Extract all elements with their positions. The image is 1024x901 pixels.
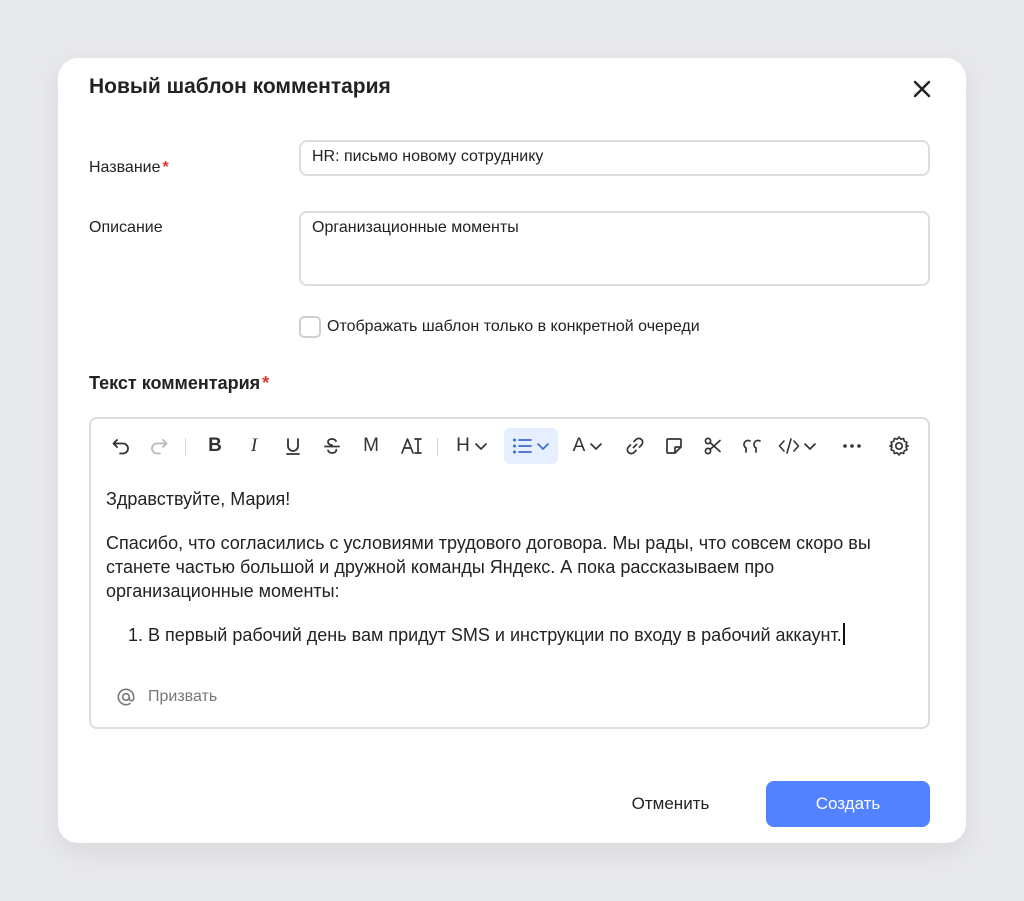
text-color-icon: A [572,435,586,456]
description-label: Описание [89,219,163,236]
list-icon [513,438,532,454]
settings-icon[interactable] [885,428,913,464]
chevron-down-icon [475,443,487,450]
mention-label: Призвать [148,688,218,705]
numbered-list: В первый рабочий день вам придут SMS и и… [122,623,906,647]
more-icon[interactable] [838,428,866,464]
create-button[interactable]: Создать [766,781,930,827]
required-mark: * [162,159,169,176]
quote-icon[interactable] [738,428,766,464]
bold-icon[interactable]: B [201,428,229,464]
dialog-title: Новый шаблон комментария [89,75,391,98]
heading-icon: H [456,435,470,456]
chevron-down-icon [803,443,816,450]
close-icon[interactable] [910,77,934,101]
text-cursor [842,623,845,645]
queue-only-checkbox-label: Отображать шаблон только в конкретной оч… [327,318,700,335]
name-input-value: HR: письмо новому сотруднику [312,148,544,165]
cancel-button[interactable]: Отменить [613,781,728,827]
comment-text-label: Текст комментария * [89,373,270,393]
description-value: Организационные моменты [312,219,519,236]
link-icon[interactable] [621,428,649,464]
name-input[interactable]: HR: письмо новому сотруднику [299,140,930,176]
cut-icon[interactable] [699,428,727,464]
toolbar-divider [185,438,186,456]
editor-content[interactable]: Здравствуйте, Мария! Спасибо, что соглас… [106,487,906,647]
strikethrough-icon[interactable] [318,428,346,464]
at-icon [117,688,135,706]
toolbar-divider [437,438,438,456]
italic-icon[interactable]: I [240,428,268,464]
new-comment-template-dialog: Новый шаблон комментария Название * HR: п… [58,58,966,843]
description-textarea[interactable]: Организационные моменты [299,211,930,286]
undo-icon[interactable] [107,428,135,464]
code-icon [778,438,799,454]
comment-editor[interactable]: B I M H A Здравствуйте, Мария! Спасибо, … [89,417,930,729]
chevron-down-icon [537,443,549,450]
list-item: В первый рабочий день вам придут SMS и и… [148,623,906,647]
chevron-down-icon [590,443,603,450]
code-dropdown[interactable] [775,428,819,464]
note-icon[interactable] [660,428,688,464]
underline-icon[interactable] [279,428,307,464]
name-label: Название * [89,159,169,176]
redo-icon[interactable] [145,428,173,464]
queue-only-checkbox[interactable] [299,316,321,338]
text-color-dropdown[interactable]: A [567,428,609,464]
queue-only-checkbox-row[interactable]: Отображать шаблон только в конкретной оч… [299,316,700,338]
greeting-paragraph: Здравствуйте, Мария! [106,489,291,509]
text-size-icon[interactable] [396,428,426,464]
editor-toolbar: B I M H A [99,428,919,468]
mention-button[interactable]: Призвать [116,687,217,707]
body-paragraph: Спасибо, что согласились с условиями тру… [106,533,871,601]
heading-dropdown[interactable]: H [451,428,493,464]
list-dropdown[interactable] [504,428,558,464]
monospace-icon[interactable]: M [357,428,385,464]
required-mark: * [262,373,270,393]
